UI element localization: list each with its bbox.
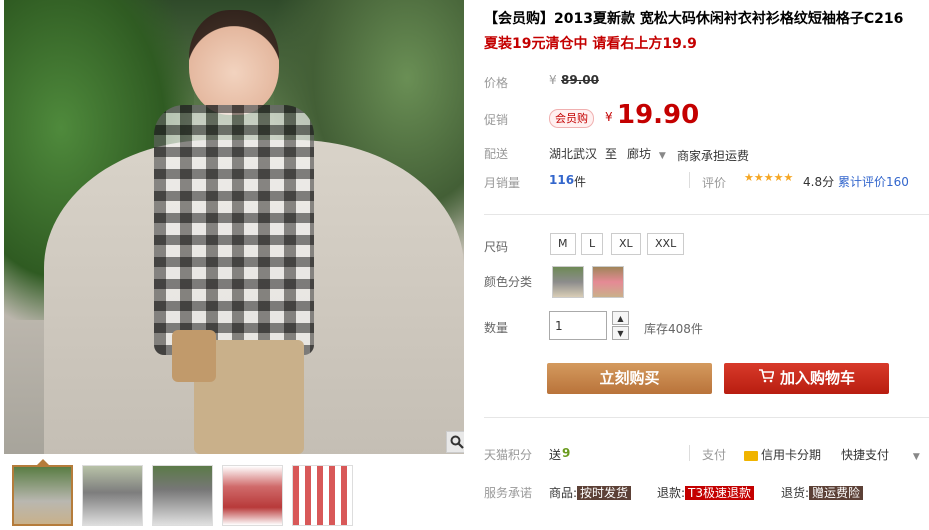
product-subtitle: 夏装19元清仓中 请看右上方19.9	[484, 36, 697, 52]
buy-now-button[interactable]: 立刻购买	[547, 363, 712, 394]
size-option-xxl[interactable]: XXL	[647, 233, 685, 255]
thumbnail-3[interactable]	[152, 465, 213, 526]
add-to-cart-label: 加入购物车	[779, 369, 855, 387]
model-head	[189, 10, 279, 115]
promo-currency: ¥	[605, 110, 613, 124]
chevron-down-icon: ▼	[617, 328, 624, 338]
price-currency: ¥	[549, 73, 557, 87]
points-amount: 9	[562, 446, 571, 460]
points-divider	[689, 445, 690, 461]
thumbnail-2[interactable]	[82, 465, 143, 526]
sales-label: 月销量	[484, 176, 521, 190]
section-divider-1	[484, 214, 929, 215]
service-label: 服务承诺	[484, 486, 533, 500]
pay-label: 支付	[702, 448, 727, 462]
promo-price: 19.90	[617, 100, 700, 130]
shipping-label: 配送	[484, 147, 509, 161]
magnifier-icon[interactable]	[446, 431, 464, 453]
credit-card-label: 信用卡分期	[761, 448, 822, 462]
color-swatch-1[interactable]	[552, 266, 584, 298]
ship-to-word: 至	[605, 147, 618, 161]
thumbnail-4[interactable]	[222, 465, 283, 526]
fast-pay-select[interactable]: 快捷支付 ▼	[841, 446, 920, 463]
fast-pay-label: 快捷支付	[841, 448, 890, 462]
fast-refund-tag: T3极速退款	[685, 486, 755, 500]
credit-card-icon	[744, 450, 758, 461]
stock-count: 库存408件	[644, 322, 703, 336]
sales-divider	[689, 172, 690, 188]
size-option-l[interactable]: L	[581, 233, 604, 255]
ship-from: 湖北武汉	[549, 147, 598, 161]
size-label: 尺码	[484, 240, 509, 254]
color-swatch-2[interactable]	[592, 266, 624, 298]
service-return-label: 退货:	[781, 486, 810, 500]
ship-to-value: 廊坊	[627, 147, 652, 161]
size-option-xl[interactable]: XL	[611, 233, 641, 255]
price-label: 价格	[484, 76, 509, 90]
model-bag	[172, 330, 216, 382]
service-refund-label: 退款:	[657, 486, 686, 500]
points-label: 天猫积分	[484, 448, 533, 462]
promo-label: 促销	[484, 113, 509, 127]
credit-card-installment[interactable]: 信用卡分期	[744, 446, 821, 463]
sales-unit: 件	[574, 175, 587, 189]
ship-to-select[interactable]: 廊坊 ▼	[627, 145, 666, 162]
add-to-cart-button[interactable]: 加入购物车	[724, 363, 889, 394]
member-badge: 会员购	[549, 109, 594, 128]
quantity-label: 数量	[484, 321, 509, 335]
thumbnail-5[interactable]	[292, 465, 353, 526]
rating-stars: ★★★★★	[744, 171, 794, 184]
rating-score: 4.8分	[803, 175, 835, 189]
quantity-increase-button[interactable]: ▲	[612, 311, 629, 325]
thumbnail-1[interactable]	[12, 465, 73, 526]
photo-model	[154, 10, 324, 454]
model-plaid-shirt	[154, 105, 314, 355]
cart-icon	[758, 363, 775, 394]
service-goods: 商品: 按时发货	[549, 484, 632, 501]
quantity-decrease-button[interactable]: ▼	[612, 326, 629, 340]
chevron-down-icon: ▼	[912, 452, 920, 462]
section-divider-2	[484, 417, 929, 418]
service-return: 退货: 赠运费险	[781, 484, 864, 501]
color-label: 颜色分类	[484, 275, 533, 289]
rating-label: 评价	[702, 176, 727, 190]
size-option-m[interactable]: M	[550, 233, 576, 255]
on-time-delivery-tag: 按时发货	[577, 486, 632, 500]
thumbnail-strip	[12, 465, 353, 527]
chevron-up-icon: ▲	[617, 313, 624, 323]
shipping-insurance-tag: 赠运费险	[809, 486, 864, 500]
quantity-input[interactable]	[549, 311, 607, 340]
original-price: 89.00	[561, 73, 599, 87]
main-product-image[interactable]	[4, 0, 464, 454]
service-goods-label: 商品:	[549, 486, 578, 500]
chevron-down-icon: ▼	[658, 151, 666, 161]
service-refund: 退款: T3极速退款	[657, 484, 755, 501]
points-give: 送	[549, 448, 562, 462]
sales-count: 116	[549, 173, 575, 187]
product-title: 【会员购】2013夏新款 宽松大码休闲衬衣衬衫格纹短袖格子C216	[484, 11, 904, 27]
shipping-fee: 商家承担运费	[677, 149, 750, 163]
review-count-link[interactable]: 累计评价160	[838, 173, 909, 190]
